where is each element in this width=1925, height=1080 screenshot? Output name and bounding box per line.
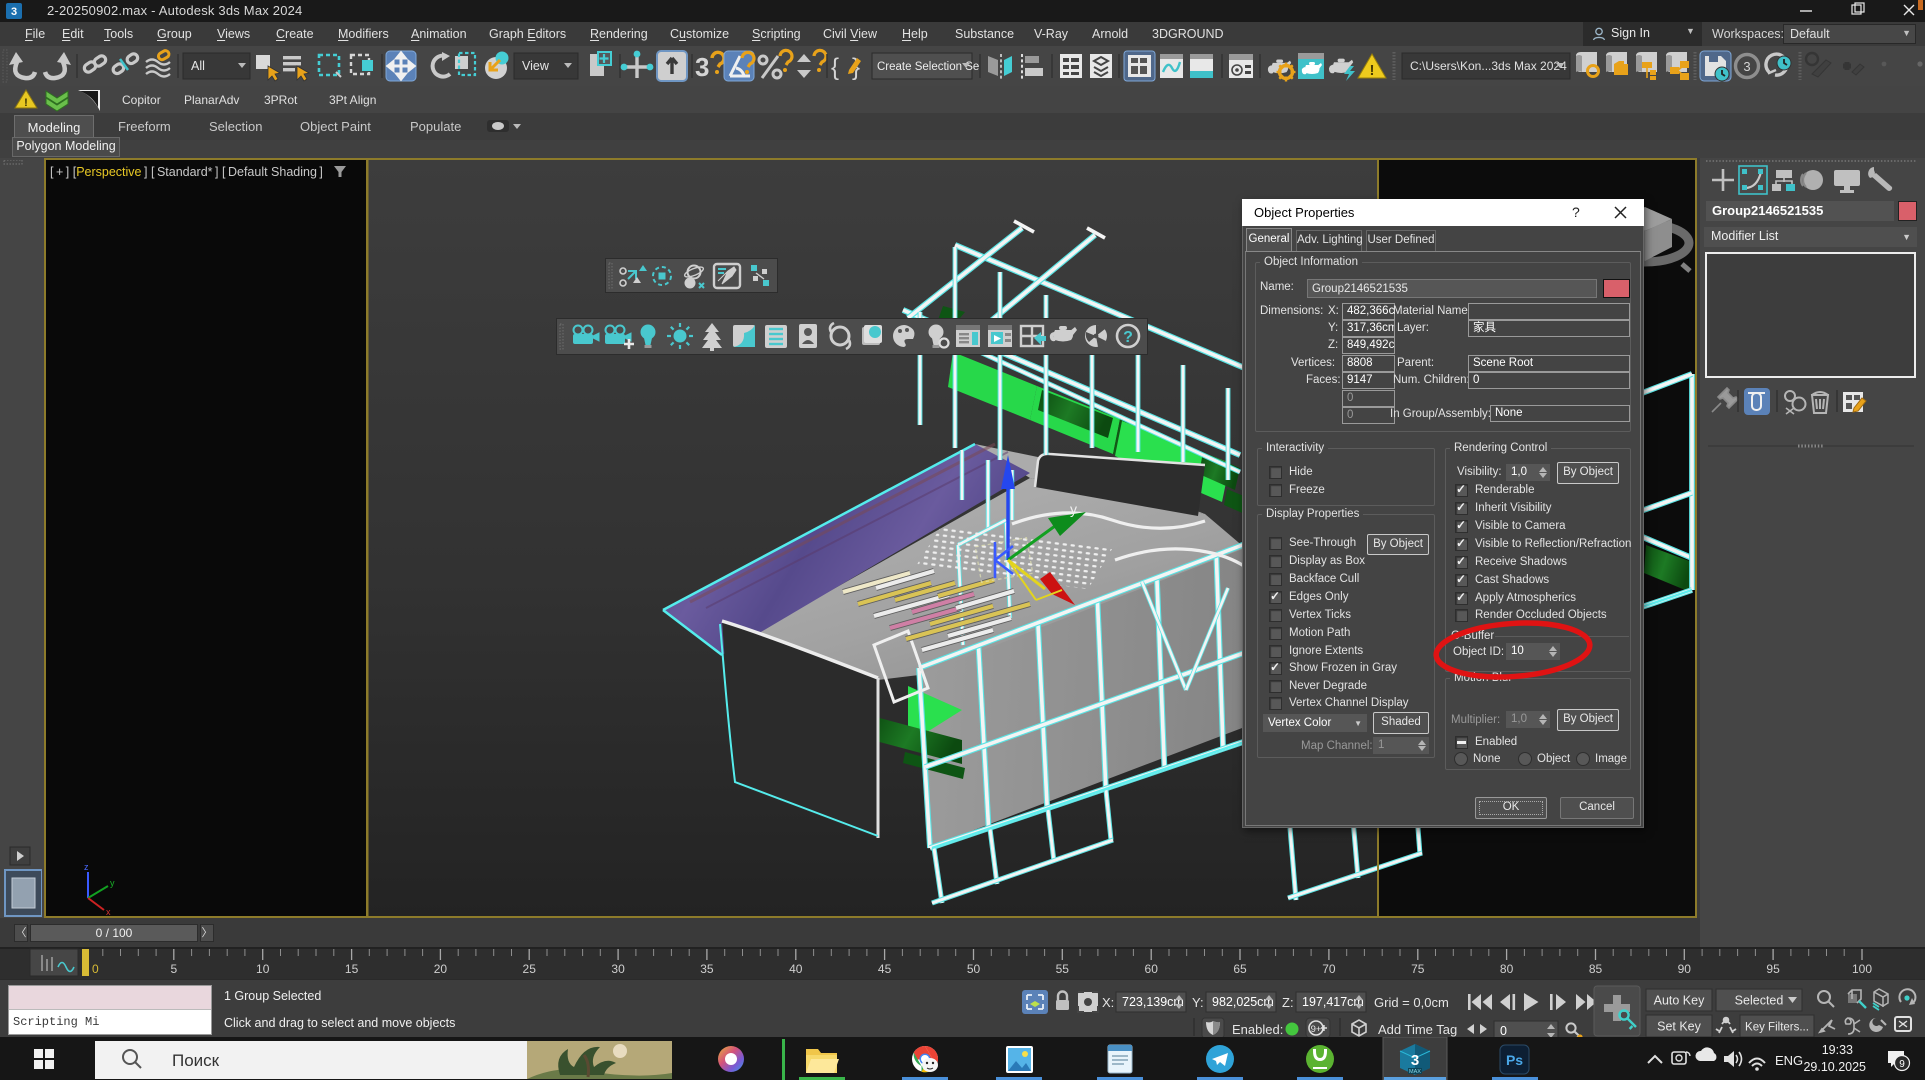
svg-text:45: 45 [878, 962, 892, 976]
svg-text:5: 5 [170, 962, 177, 976]
svg-text:3: 3 [695, 52, 709, 82]
svg-text:Key Filters...: Key Filters... [1745, 1022, 1809, 1034]
svg-text:70: 70 [1322, 962, 1336, 976]
svg-text:100: 100 [1852, 962, 1872, 976]
svg-text:3: 3 [1411, 1052, 1419, 1069]
svg-text:Z:: Z: [1282, 995, 1294, 1010]
svg-text:z: z [84, 862, 89, 872]
svg-text:Auto Key: Auto Key [1654, 994, 1705, 1008]
svg-text:29.10.2025: 29.10.2025 [1803, 1060, 1866, 1074]
svg-text:y: y [1070, 501, 1077, 517]
svg-text:80: 80 [1500, 962, 1514, 976]
svg-text:30: 30 [611, 962, 625, 976]
svg-text:95: 95 [1766, 962, 1780, 976]
svg-text:Enabled:: Enabled: [1232, 1022, 1283, 1037]
svg-text:MAX: MAX [1409, 1069, 1421, 1075]
svg-text:19:33: 19:33 [1822, 1043, 1853, 1057]
svg-text:0: 0 [1500, 1024, 1507, 1038]
svg-text:65: 65 [1233, 962, 1247, 976]
svg-text:y: y [110, 878, 115, 888]
svg-text:10: 10 [256, 962, 270, 976]
svg-text:Y:: Y: [1192, 995, 1204, 1010]
svg-text:Ps: Ps [1506, 1052, 1523, 1068]
svg-text:90: 90 [1678, 962, 1692, 976]
svg-text:0: 0 [92, 962, 99, 976]
svg-text:ENG: ENG [1775, 1053, 1803, 1068]
svg-text:Grid = 0,0cm: Grid = 0,0cm [1374, 995, 1449, 1010]
svg-text:9+: 9+ [1311, 1024, 1322, 1035]
svg-text:All: All [191, 59, 205, 73]
svg-text:{: { [831, 54, 839, 81]
svg-text:982,025cm: 982,025cm [1212, 995, 1274, 1009]
svg-text:15: 15 [345, 962, 359, 976]
svg-text:85: 85 [1589, 962, 1603, 976]
svg-text:55: 55 [1056, 962, 1070, 976]
svg-text:197,417cm: 197,417cm [1302, 995, 1364, 1009]
svg-text:View: View [522, 59, 550, 73]
svg-text:20: 20 [434, 962, 448, 976]
svg-text:x: x [106, 907, 111, 915]
svg-text:X:: X: [1102, 995, 1114, 1010]
svg-text:35: 35 [700, 962, 714, 976]
svg-text:!: ! [24, 97, 28, 109]
svg-text:Set Key: Set Key [1657, 1020, 1702, 1034]
svg-text:Поиск: Поиск [172, 1051, 220, 1070]
svg-text:C:\Users\Kon...3ds Max 2024: C:\Users\Kon...3ds Max 2024 [1410, 59, 1567, 73]
svg-text:40: 40 [789, 962, 803, 976]
svg-text:Add Time Tag: Add Time Tag [1378, 1022, 1457, 1037]
svg-text:!: ! [1370, 62, 1375, 79]
svg-text:?: ? [1123, 329, 1133, 346]
svg-text:60: 60 [1145, 962, 1159, 976]
svg-text:75: 75 [1411, 962, 1425, 976]
svg-text:50: 50 [967, 962, 981, 976]
svg-text:3: 3 [11, 6, 17, 18]
svg-text:25: 25 [523, 962, 537, 976]
svg-text:Create Selection Se: Create Selection Se [877, 61, 979, 73]
svg-text:3: 3 [1743, 59, 1750, 74]
svg-text:723,139cm: 723,139cm [1122, 995, 1184, 1009]
svg-text:9: 9 [1899, 1059, 1905, 1070]
svg-text:Selected: Selected [1735, 994, 1784, 1008]
